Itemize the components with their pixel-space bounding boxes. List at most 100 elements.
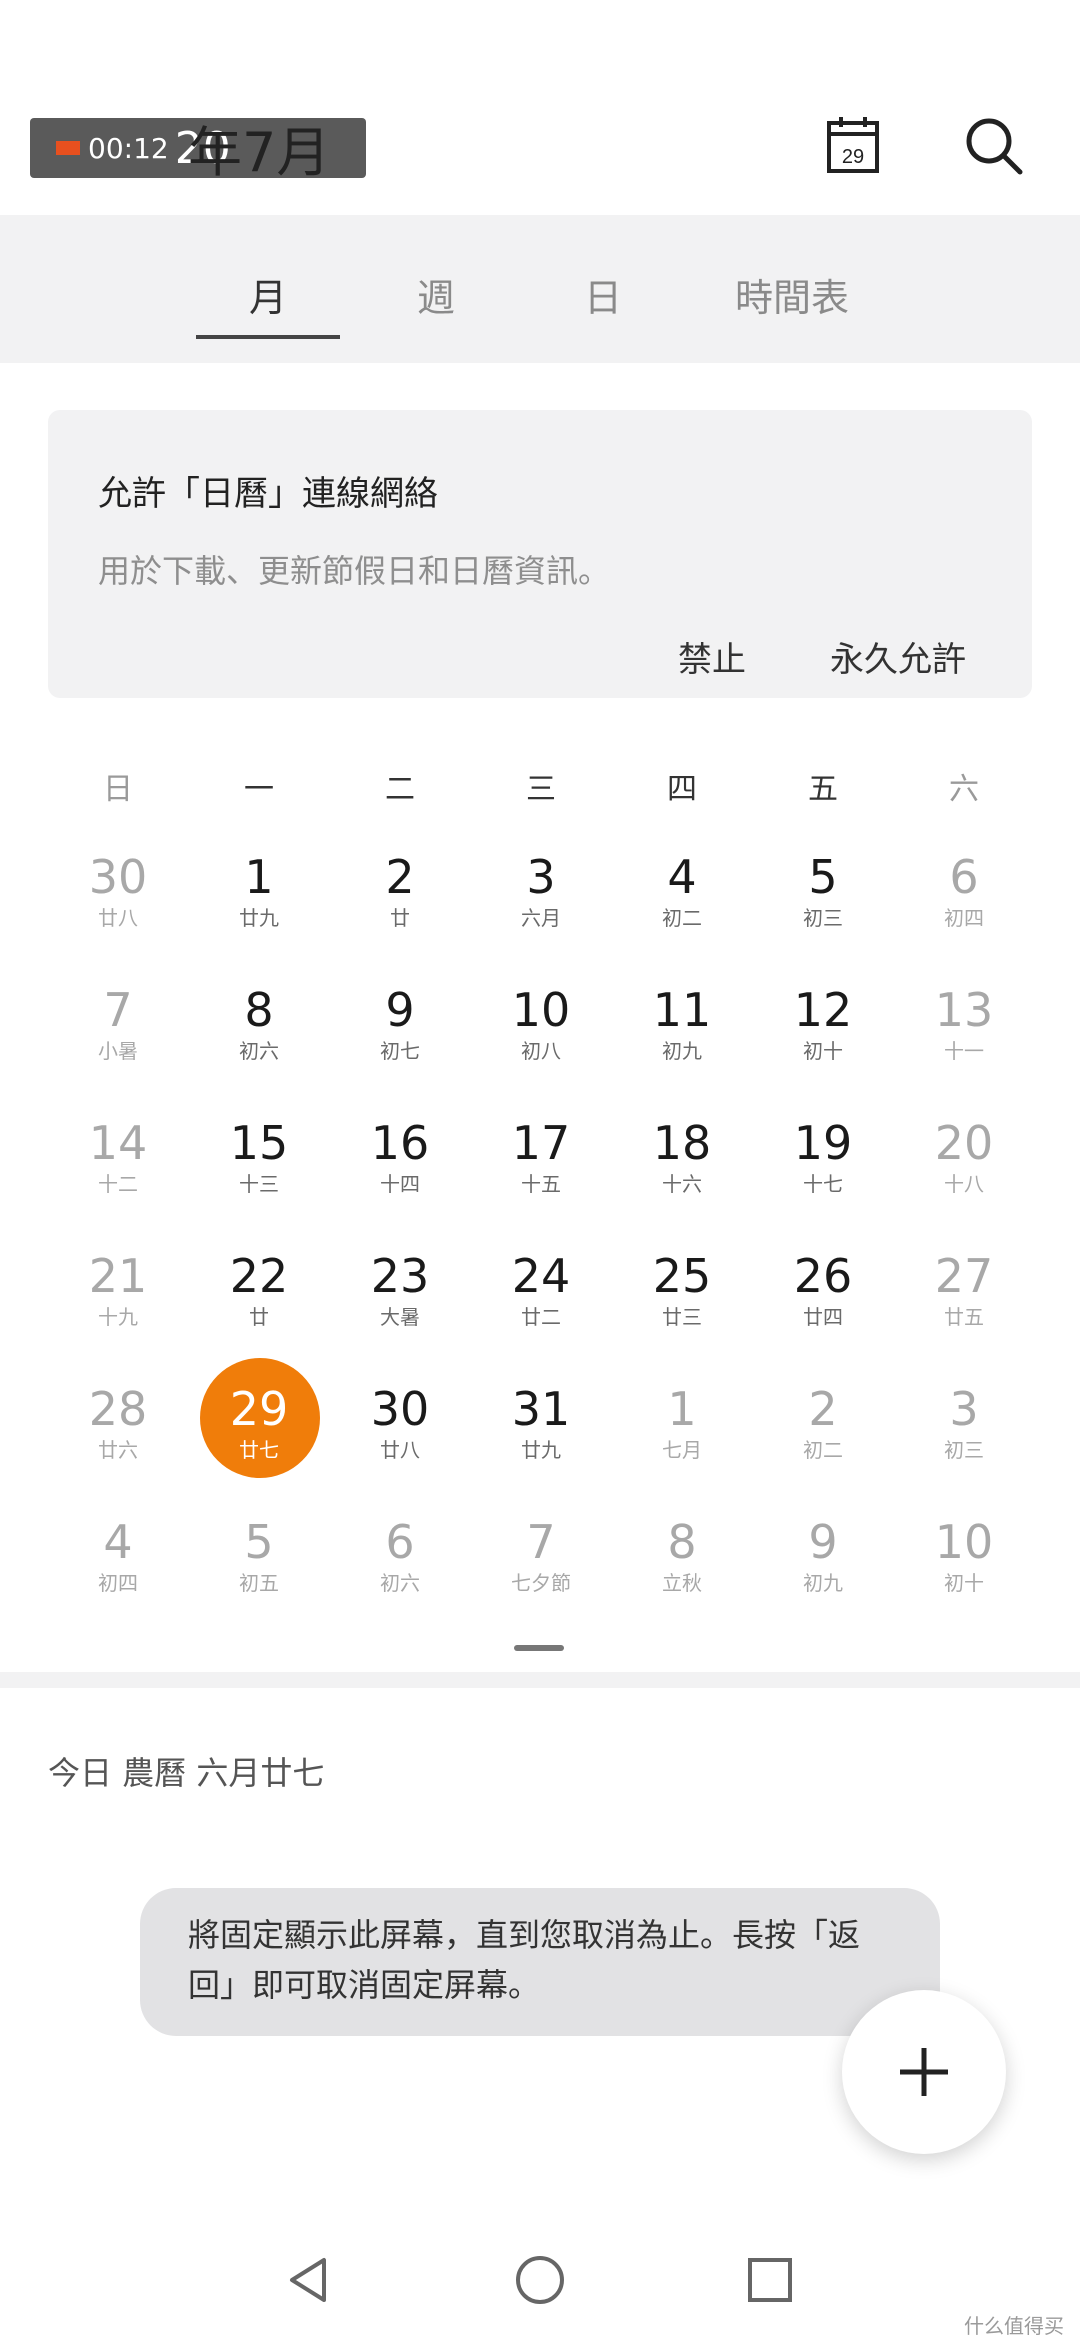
day-number: 26 <box>793 1249 853 1303</box>
day-cell[interactable]: 22 廿 <box>199 1249 319 1369</box>
lunar-date: 廿二 <box>521 1305 561 1329</box>
day-cell[interactable]: 10 初十 <box>904 1515 1024 1635</box>
day-number: 22 <box>229 1249 289 1303</box>
day-cell[interactable]: 28 廿六 <box>58 1382 178 1502</box>
day-cell[interactable]: 20 十八 <box>904 1116 1024 1236</box>
weekday-fri: 五 <box>808 772 838 807</box>
day-cell[interactable]: 7 小暑 <box>58 983 178 1103</box>
day-number: 27 <box>934 1249 994 1303</box>
day-number: 9 <box>808 1515 838 1569</box>
day-cell[interactable]: 1 七月 <box>622 1382 742 1502</box>
recording-time: 00:12 <box>88 131 169 165</box>
day-number: 5 <box>244 1515 274 1569</box>
today-summary: 今日 農曆 六月廿七 <box>48 1754 325 1792</box>
day-cell[interactable]: 30 廿八 <box>58 850 178 970</box>
deny-button[interactable]: 禁止 <box>678 632 746 681</box>
watermark-text: 什么值得买 <box>964 2314 1064 2338</box>
day-cell[interactable]: 31 廿九 <box>481 1382 601 1502</box>
calendar-icon-day: 29 <box>842 146 864 168</box>
day-cell[interactable]: 16 十四 <box>340 1116 460 1236</box>
lunar-date: 十六 <box>662 1172 702 1196</box>
drag-handle[interactable] <box>514 1645 564 1651</box>
tab-month[interactable]: 月 <box>228 267 308 322</box>
lunar-date: 初六 <box>380 1571 420 1595</box>
lunar-date: 立秋 <box>662 1571 702 1595</box>
day-number: 8 <box>244 983 274 1037</box>
day-number: 14 <box>88 1116 148 1170</box>
day-cell[interactable]: 14 十二 <box>58 1116 178 1236</box>
day-cell[interactable]: 3 六月 <box>481 850 601 970</box>
day-cell[interactable]: 6 初四 <box>904 850 1024 970</box>
day-cell[interactable]: 17 十五 <box>481 1116 601 1236</box>
day-cell[interactable]: 19 十七 <box>763 1116 883 1236</box>
calendar-today-icon[interactable]: 29 <box>826 116 880 174</box>
day-cell-today[interactable]: 29 廿七 <box>199 1382 319 1502</box>
day-number: 1 <box>244 850 274 904</box>
day-number: 20 <box>934 1116 994 1170</box>
day-number: 29 <box>229 1382 289 1436</box>
day-cell[interactable]: 2廿 <box>340 850 460 970</box>
day-cell[interactable]: 10 初八 <box>481 983 601 1103</box>
day-number: 4 <box>667 850 697 904</box>
tab-schedule[interactable]: 時間表 <box>712 267 872 322</box>
tab-week[interactable]: 週 <box>396 267 476 322</box>
day-cell[interactable]: 30 廿八 <box>340 1382 460 1502</box>
day-cell[interactable]: 24 廿二 <box>481 1249 601 1369</box>
day-cell[interactable]: 27 廿五 <box>904 1249 1024 1369</box>
day-cell[interactable]: 9 初七 <box>340 983 460 1103</box>
day-number: 31 <box>511 1382 571 1436</box>
day-cell[interactable]: 18 十六 <box>622 1116 742 1236</box>
lunar-date: 十八 <box>944 1172 984 1196</box>
record-indicator-icon <box>56 141 80 155</box>
day-cell[interactable]: 5 初五 <box>199 1515 319 1635</box>
lunar-date: 十三 <box>239 1172 279 1196</box>
home-icon[interactable] <box>510 2250 570 2310</box>
day-cell[interactable]: 23 大暑 <box>340 1249 460 1369</box>
lunar-date: 小暑 <box>98 1039 138 1063</box>
day-cell[interactable]: 7 七夕節 <box>481 1515 601 1635</box>
lunar-date: 七夕節 <box>511 1571 571 1595</box>
day-cell[interactable]: 3 初三 <box>904 1382 1024 1502</box>
day-cell[interactable]: 9 初九 <box>763 1515 883 1635</box>
day-cell[interactable]: 12 初十 <box>763 983 883 1103</box>
day-cell[interactable]: 5 初三 <box>763 850 883 970</box>
day-number: 9 <box>385 983 415 1037</box>
month-title: 年7月 <box>188 121 331 184</box>
day-number: 6 <box>949 850 979 904</box>
day-cell[interactable]: 2 初二 <box>763 1382 883 1502</box>
search-icon[interactable] <box>962 114 1026 178</box>
day-number: 6 <box>385 1515 415 1569</box>
day-cell[interactable]: 11 初九 <box>622 983 742 1103</box>
app-header: 00:12 20 年7月 29 <box>0 0 1080 215</box>
weekday-wed: 三 <box>526 772 556 807</box>
day-number: 21 <box>88 1249 148 1303</box>
lunar-date: 初十 <box>803 1039 843 1063</box>
day-number: 30 <box>88 850 148 904</box>
day-cell[interactable]: 8 立秋 <box>622 1515 742 1635</box>
day-cell[interactable]: 8 初六 <box>199 983 319 1103</box>
day-number: 13 <box>934 983 994 1037</box>
lunar-date: 廿八 <box>98 906 138 930</box>
day-cell[interactable]: 6 初六 <box>340 1515 460 1635</box>
recents-icon[interactable] <box>740 2250 800 2310</box>
lunar-date: 十四 <box>380 1172 420 1196</box>
day-cell[interactable]: 25 廿三 <box>622 1249 742 1369</box>
day-cell[interactable]: 4 初四 <box>58 1515 178 1635</box>
tab-day[interactable]: 日 <box>563 267 643 322</box>
add-event-button[interactable] <box>842 1990 1006 2154</box>
always-allow-button[interactable]: 永久允許 <box>830 632 966 681</box>
permission-description: 用於下載、更新節假日和日曆資訊。 <box>98 552 611 590</box>
day-cell[interactable]: 13 十一 <box>904 983 1024 1103</box>
day-cell[interactable]: 4 初二 <box>622 850 742 970</box>
day-number: 11 <box>652 983 712 1037</box>
day-cell[interactable]: 15 十三 <box>199 1116 319 1236</box>
day-cell[interactable]: 21 十九 <box>58 1249 178 1369</box>
lunar-date: 大暑 <box>380 1305 420 1329</box>
plus-icon <box>900 2048 948 2096</box>
day-cell[interactable]: 26 廿四 <box>763 1249 883 1369</box>
back-icon[interactable] <box>280 2250 340 2310</box>
day-number: 12 <box>793 983 853 1037</box>
section-divider <box>0 1672 1080 1688</box>
day-cell[interactable]: 1 廿九 <box>199 850 319 970</box>
day-number: 15 <box>229 1116 289 1170</box>
